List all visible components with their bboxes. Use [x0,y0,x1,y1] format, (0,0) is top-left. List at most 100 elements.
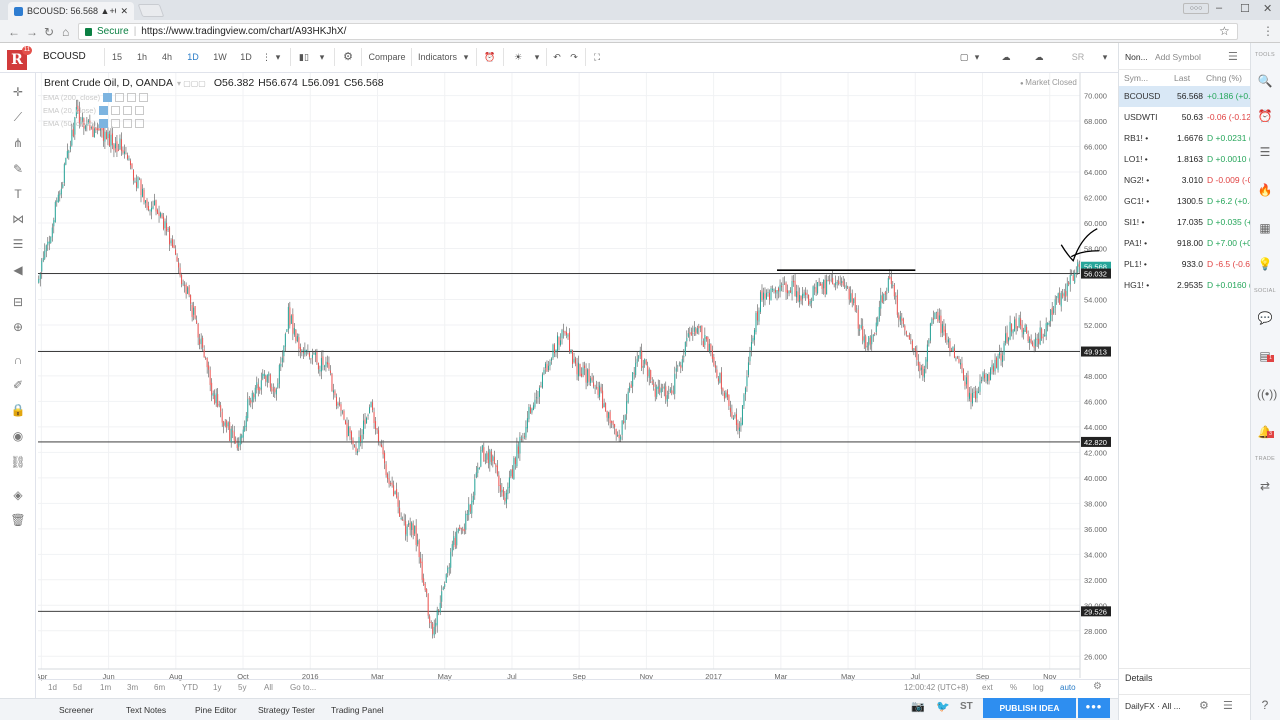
bookmark-star-icon[interactable]: ☆ [1219,24,1230,38]
price-chart[interactable]: 70.00068.00066.00064.00062.00060.00058.0… [38,73,1118,698]
data-window-icon[interactable]: ☰ [1257,144,1273,160]
log-scale-button[interactable]: log [1033,683,1044,692]
eye-icon[interactable] [98,119,108,128]
go-to-date-button[interactable]: Go to... [290,683,316,692]
url-field[interactable]: Secure | https://www.tradingview.com/cha… [78,23,1238,40]
pitchfork-icon[interactable]: ⋔ [9,134,27,152]
settings-icon[interactable] [110,119,120,128]
ma-legend-row[interactable]: EMA (20, close) [43,106,144,115]
watchlist-row[interactable]: RB1! • 1.6676 D +0.0231 (+1.40%) [1119,128,1250,149]
settings-icon[interactable] [110,106,120,115]
save-cloud-icon[interactable]: ☁ [997,49,1015,65]
interval-1w[interactable]: 1W [212,49,228,65]
range-3m-button[interactable]: 3m [127,683,138,692]
trend-line-icon[interactable]: ⟋ [9,108,27,126]
browser-menu-icon[interactable]: ⋮ [1262,24,1274,38]
add-symbol-input[interactable]: Add Symbol [1155,52,1201,62]
chart-settings-icon[interactable]: ⚙ [1093,681,1102,692]
column-symbol[interactable]: Sym... [1124,73,1148,83]
interval-1d[interactable]: 1D [186,49,200,65]
back-arrow-icon[interactable]: ← [8,25,20,39]
chart-legend[interactable]: Brent Crude Oil, D, OANDA ▾ ▢▢▢ O56.382 … [44,77,384,89]
publish-idea-button[interactable]: PUBLISH IDEA [983,698,1076,718]
trading-icon[interactable]: ⇄ [1257,478,1273,494]
new-tab-button[interactable] [137,4,165,17]
format-icon[interactable] [122,119,132,128]
range-5y-button[interactable]: 5y [238,683,246,692]
watchlist-row[interactable]: LO1! • 1.8163 D +0.0010 (+0.06%) [1119,149,1250,170]
home-icon[interactable]: ⌂ [62,25,69,39]
format-icon[interactable] [127,93,137,102]
eye-icon[interactable]: ◉ [9,427,27,445]
messages-icon[interactable]: ▤ 1 [1257,348,1274,364]
list-icon[interactable]: ☰ [1223,699,1233,712]
text-icon[interactable]: T [9,185,27,203]
interval-15[interactable]: 15 [110,49,124,65]
minimize-icon[interactable]: – [1216,2,1222,14]
layers-icon[interactable]: ◈ [9,486,27,504]
layout-dropdown-icon[interactable]: ▾ [973,49,981,65]
hotlist-icon[interactable]: 🔥 [1257,182,1273,198]
watchlist-name[interactable]: Non... [1125,52,1148,62]
link-icon[interactable]: ⛓ [9,453,27,471]
tab-strategy-tester[interactable]: Strategy Tester [258,705,315,715]
range-all-button[interactable]: All [264,683,273,692]
watchlist-row[interactable]: USDWTI 50.63 -0.06 (-0.12%) [1119,107,1250,128]
auto-scale-button[interactable]: auto [1060,683,1076,692]
interval-1h[interactable]: 1h [135,49,149,65]
alerts-clock-icon[interactable]: ⏰ [1257,108,1273,124]
symbol-search-input[interactable]: BCOUSD [38,47,102,67]
interval-dropdown-icon[interactable]: ▾ [274,49,282,65]
undo-icon[interactable]: ↶ [551,49,563,65]
range-5d-button[interactable]: 5d [73,683,82,692]
details-section[interactable]: Details [1119,668,1250,688]
range-6m-button[interactable]: 6m [154,683,165,692]
ruler-icon[interactable]: ⊟ [9,293,27,311]
calendar-icon[interactable]: ▦ [1257,220,1273,236]
list-menu-icon[interactable]: ☰ [1228,50,1238,63]
back-arrow-tool-icon[interactable]: ◀ [9,261,27,279]
pattern-icon[interactable]: ⋈ [9,210,27,228]
watchlist-row[interactable]: NG2! • 3.010 D -0.009 (-0.30%) [1119,170,1250,191]
redo-icon[interactable]: ↷ [568,49,580,65]
sr-button[interactable]: SR [1070,49,1086,65]
tab-pine-editor[interactable]: Pine Editor [195,705,237,715]
fullscreen-icon[interactable]: ⛶ [590,49,604,65]
eye-icon[interactable] [98,106,108,115]
indicators-dropdown-icon[interactable]: ▾ [462,49,470,65]
settings-icon[interactable] [115,93,125,102]
help-icon[interactable]: ? [1257,697,1273,713]
watchlist-row[interactable]: BCOUSD 56.568 +0.186 (+0.33%) [1119,86,1250,107]
reload-icon[interactable]: ↻ [44,25,54,39]
column-last[interactable]: Last [1174,73,1190,83]
gear-icon[interactable]: ⚙ [1199,699,1209,712]
interval-custom[interactable]: 1D [239,49,253,65]
tab-trading-panel[interactable]: Trading Panel [331,705,384,715]
column-change[interactable]: Chng (%) [1206,73,1242,83]
chart-style-dropdown-icon[interactable]: ▾ [318,49,326,65]
range-1m-button[interactable]: 1m [100,683,111,692]
ma-legend-row[interactable]: EMA (200, close) [43,93,149,102]
publish-cloud-icon[interactable]: ☁ [1030,49,1048,65]
percent-scale-button[interactable]: % [1010,683,1017,692]
range-1y-button[interactable]: 1y [213,683,221,692]
lock-drawings-icon[interactable]: 🔒 [9,401,27,419]
dailyfx-feed[interactable]: DailyFX · All ... ⚙ ☰ [1119,694,1250,718]
more-options-button[interactable]: ••• [1078,698,1110,718]
camera-icon[interactable]: 📷 [911,700,925,713]
twitter-icon[interactable]: 🐦 [936,700,950,713]
tab-screener[interactable]: Screener [59,705,94,715]
notifications-bell-icon[interactable]: 🔔 3 [1257,424,1274,440]
legend-menu-icon[interactable]: ▾ ▢▢▢ [177,79,206,88]
tab-text-notes[interactable]: Text Notes [126,705,166,715]
range-1d-button[interactable]: 1d [48,683,57,692]
streams-icon[interactable]: ((•)) [1257,386,1277,402]
forward-arrow-icon[interactable]: → [26,25,38,39]
browser-tab[interactable]: BCOUSD: 56.568 ▲+0.33 ✕ [8,2,134,20]
watchlist-row[interactable]: GC1! • 1300.5 D +6.2 (+0.48%) [1119,191,1250,212]
close-tab-icon[interactable]: ✕ [120,6,128,17]
remove-icon[interactable] [134,106,144,115]
watchlist-icon[interactable]: 🔍 [1257,73,1273,89]
stay-drawing-icon[interactable]: ✐ [9,376,27,394]
watchlist-row[interactable]: PA1! • 918.00 D +7.00 (+0.77%) [1119,233,1250,254]
